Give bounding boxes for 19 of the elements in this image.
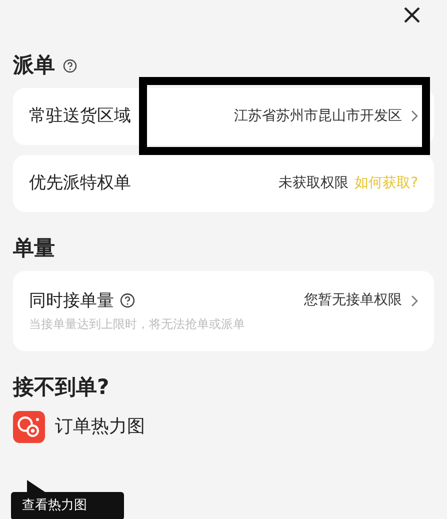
help-icon[interactable] bbox=[120, 293, 135, 308]
row-label: 优先派特权单 bbox=[29, 173, 131, 194]
heatmap-label[interactable]: 订单热力图 bbox=[55, 416, 145, 438]
settings-card[interactable]: 同时接单量 您暂无接单权限 当接单量达到上限时，将无法抢单或派单 bbox=[13, 271, 434, 351]
hint-text: 当接单量达到上限时，将无法抢单或派单 bbox=[29, 317, 246, 332]
close-button[interactable] bbox=[403, 6, 421, 24]
settings-card[interactable]: 优先派特权单 未获取权限 如何获取? bbox=[13, 155, 434, 212]
row-value: 未获取权限 bbox=[278, 175, 349, 192]
help-icon[interactable] bbox=[63, 59, 77, 73]
section-title: 派单 bbox=[13, 53, 55, 79]
section-title: 单量 bbox=[13, 236, 55, 262]
row-value: 您暂无接单权限 bbox=[304, 292, 402, 310]
settings-card[interactable]: 常驻送货区域 江苏省苏州市昆山市开发区 bbox=[13, 88, 434, 145]
row-label: 同时接单量 bbox=[29, 290, 114, 311]
row-value: 江苏省苏州市昆山市开发区 bbox=[234, 108, 402, 125]
heatmap-app-icon[interactable] bbox=[13, 411, 45, 443]
row-label: 常驻送货区域 bbox=[29, 106, 131, 127]
section-title: 接不到单? bbox=[13, 375, 110, 401]
tooltip-arrow-icon bbox=[27, 480, 45, 492]
